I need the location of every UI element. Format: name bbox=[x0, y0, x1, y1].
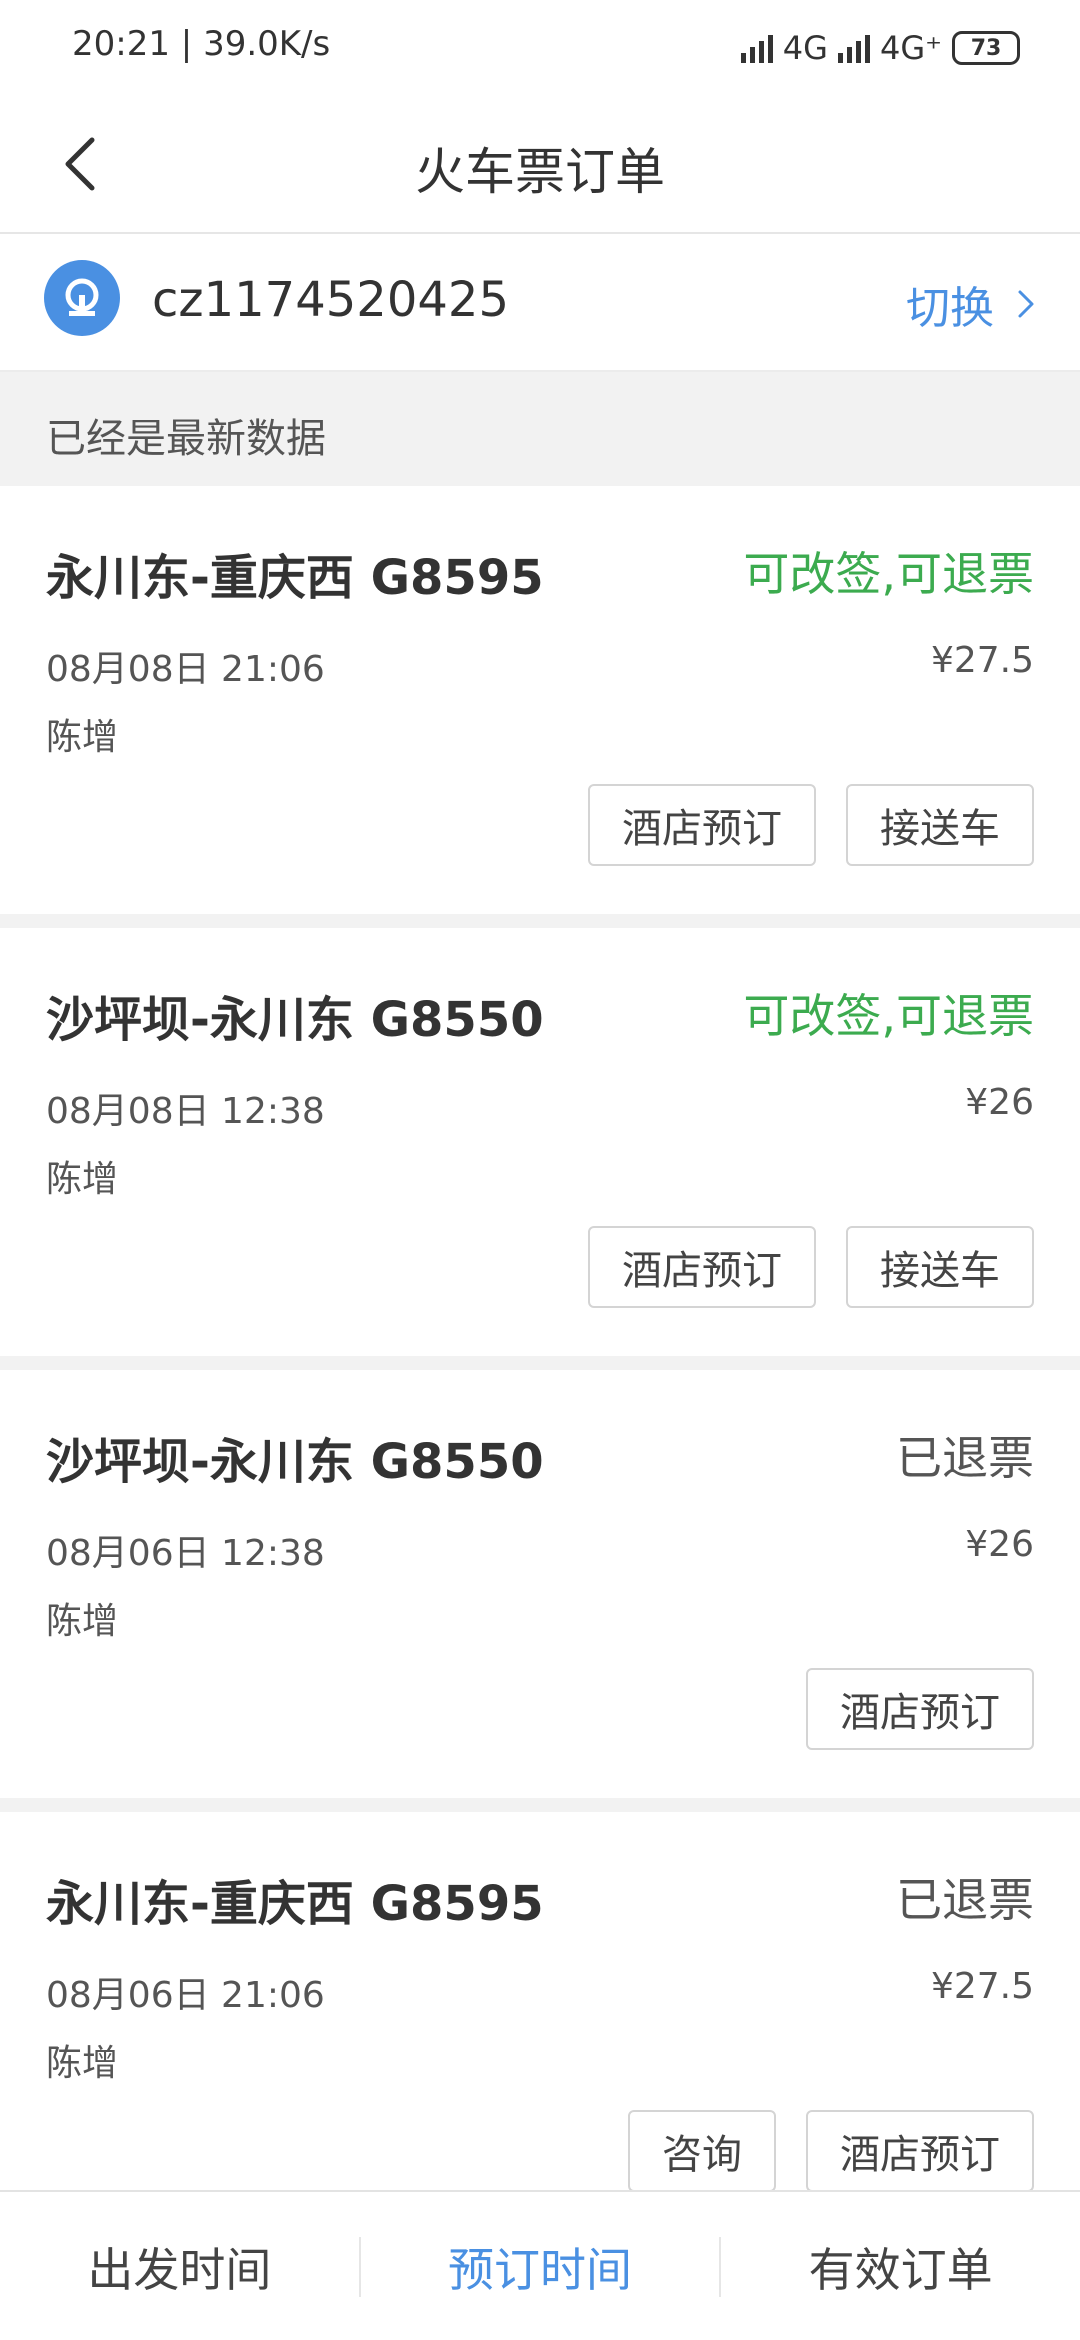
order-passenger: 陈增 bbox=[46, 1601, 119, 1642]
card-divider bbox=[0, 1356, 1080, 1370]
order-passenger: 陈增 bbox=[46, 717, 119, 758]
order-actions: 酒店预订 接送车 bbox=[588, 1226, 1034, 1308]
order-price: ¥26 bbox=[965, 1082, 1034, 1123]
account-username: cz1174520425 bbox=[152, 272, 509, 328]
switch-account-button[interactable]: 切换 bbox=[906, 272, 1036, 336]
signal-icon bbox=[740, 33, 773, 63]
railway-emblem-icon bbox=[65, 278, 99, 316]
battery-level: 73 bbox=[970, 35, 1002, 61]
order-route: 永川东-重庆西 G8595 bbox=[46, 550, 544, 606]
order-datetime: 08月06日 12:38 bbox=[46, 1533, 325, 1574]
account-row: cz1174520425 切换 bbox=[0, 232, 1080, 372]
tab-valid-orders[interactable]: 有效订单 bbox=[721, 2234, 1080, 2300]
bottom-tab-bar: 出发时间 预订时间 有效订单 bbox=[0, 2190, 1080, 2340]
order-actions: 酒店预订 接送车 bbox=[588, 784, 1034, 866]
status-left: 20:21 | 39.0K/s bbox=[72, 24, 330, 64]
signal-icon-2 bbox=[837, 33, 870, 63]
order-route: 永川东-重庆西 G8595 bbox=[46, 1876, 544, 1932]
notice-text: 已经是最新数据 bbox=[46, 416, 326, 462]
status-bar: 20:21 | 39.0K/s 4G 4G⁺ 73 bbox=[0, 0, 1080, 96]
status-right: 4G 4G⁺ 73 bbox=[740, 24, 1020, 72]
tab-booking-time[interactable]: 预订时间 bbox=[361, 2234, 720, 2300]
status-time: 20:21 bbox=[72, 24, 170, 64]
transfer-car-button[interactable]: 接送车 bbox=[846, 1226, 1034, 1308]
order-actions: 酒店预订 bbox=[806, 1668, 1034, 1750]
order-price: ¥27.5 bbox=[930, 640, 1034, 681]
refresh-notice: 已经是最新数据 bbox=[0, 372, 1080, 486]
network-label-1: 4G bbox=[782, 29, 828, 67]
hotel-booking-button[interactable]: 酒店预订 bbox=[588, 1226, 816, 1308]
order-datetime: 08月08日 21:06 bbox=[46, 649, 325, 690]
order-card[interactable]: 永川东-重庆西 G8595 已退票 08月06日 21:06 ¥27.5 陈增 … bbox=[0, 1812, 1080, 2240]
order-price: ¥27.5 bbox=[930, 1966, 1034, 2007]
order-datetime: 08月08日 12:38 bbox=[46, 1091, 325, 1132]
railway-logo-icon bbox=[44, 260, 120, 336]
order-status: 可改签,可退票 bbox=[743, 989, 1034, 1043]
order-card[interactable]: 沙坪坝-永川东 G8550 已退票 08月06日 12:38 ¥26 陈增 酒店… bbox=[0, 1370, 1080, 1798]
order-status: 可改签,可退票 bbox=[743, 547, 1034, 601]
status-speed: 39.0K/s bbox=[203, 24, 331, 64]
order-status: 已退票 bbox=[896, 1431, 1034, 1485]
card-divider bbox=[0, 1798, 1080, 1812]
page-title: 火车票订单 bbox=[415, 143, 665, 201]
tab-departure-time[interactable]: 出发时间 bbox=[0, 2234, 359, 2300]
order-status: 已退票 bbox=[896, 1873, 1034, 1927]
battery-icon: 73 bbox=[952, 31, 1020, 65]
order-datetime: 08月06日 21:06 bbox=[46, 1975, 325, 2016]
status-separator: | bbox=[180, 24, 204, 64]
header: 火车票订单 bbox=[0, 96, 1080, 234]
order-price: ¥26 bbox=[965, 1524, 1034, 1565]
order-passenger: 陈增 bbox=[46, 2043, 119, 2084]
hotel-booking-button[interactable]: 酒店预订 bbox=[806, 2110, 1034, 2192]
order-route: 沙坪坝-永川东 G8550 bbox=[46, 992, 544, 1048]
screen: 20:21 | 39.0K/s 4G 4G⁺ 73 火车票订单 cz117452… bbox=[0, 0, 1080, 2340]
order-route: 沙坪坝-永川东 G8550 bbox=[46, 1434, 544, 1490]
order-card[interactable]: 沙坪坝-永川东 G8550 可改签,可退票 08月08日 12:38 ¥26 陈… bbox=[0, 928, 1080, 1356]
switch-label: 切换 bbox=[906, 283, 994, 334]
consult-button[interactable]: 咨询 bbox=[628, 2110, 776, 2192]
order-actions: 咨询 酒店预订 bbox=[628, 2110, 1034, 2192]
hotel-booking-button[interactable]: 酒店预订 bbox=[806, 1668, 1034, 1750]
order-card[interactable]: 永川东-重庆西 G8595 可改签,可退票 08月08日 21:06 ¥27.5… bbox=[0, 486, 1080, 914]
hotel-booking-button[interactable]: 酒店预订 bbox=[588, 784, 816, 866]
chevron-right-icon bbox=[1018, 290, 1034, 318]
order-passenger: 陈增 bbox=[46, 1159, 119, 1200]
card-divider bbox=[0, 914, 1080, 928]
transfer-car-button[interactable]: 接送车 bbox=[846, 784, 1034, 866]
network-label-2: 4G⁺ bbox=[879, 29, 942, 67]
